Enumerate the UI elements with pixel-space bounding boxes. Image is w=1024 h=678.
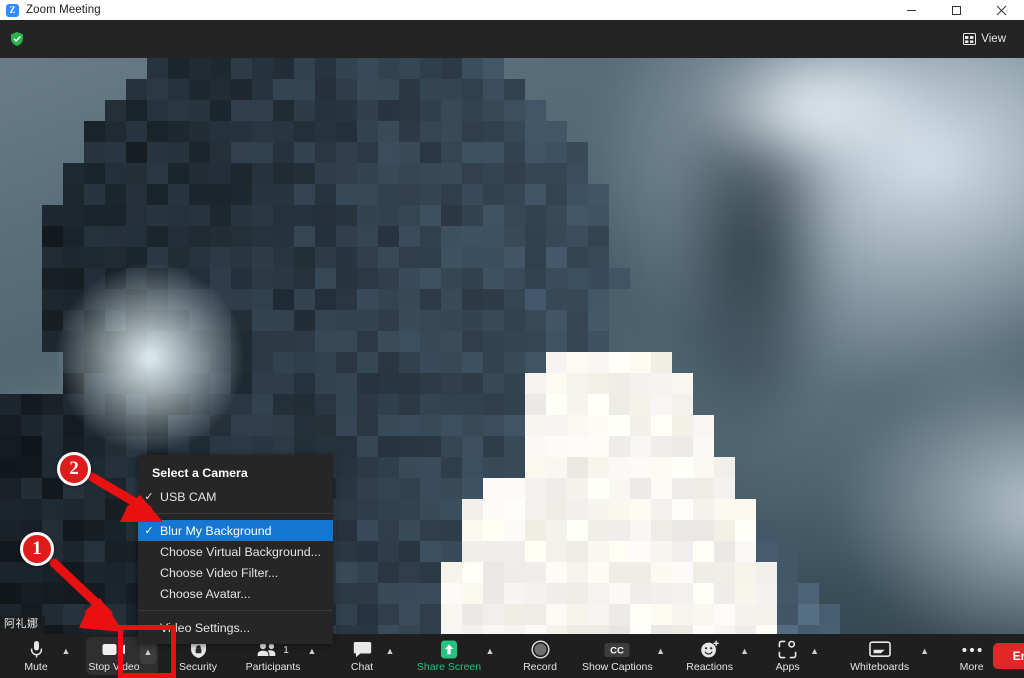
menu-item-choose-video-filter[interactable]: Choose Video Filter... bbox=[138, 562, 333, 583]
share-screen-label: Share Screen bbox=[416, 660, 482, 673]
minimize-button[interactable] bbox=[889, 0, 934, 20]
whiteboard-icon bbox=[868, 640, 891, 660]
record-button[interactable]: Record bbox=[516, 634, 564, 678]
apps-label: Apps bbox=[775, 660, 800, 673]
menu-item-choose-avatar[interactable]: Choose Avatar... bbox=[138, 583, 333, 604]
whiteboards-label: Whiteboards bbox=[850, 660, 910, 673]
reactions-smiley-icon bbox=[700, 640, 720, 660]
apps-icon bbox=[778, 640, 797, 660]
view-button[interactable]: View bbox=[957, 30, 1012, 48]
zoom-meeting-window: Z Zoom Meeting View 阿礼娜 Select a Camera … bbox=[0, 0, 1024, 678]
chat-bubble-icon bbox=[353, 640, 372, 660]
record-label: Record bbox=[523, 660, 557, 673]
microphone-icon bbox=[29, 640, 44, 660]
menu-item-choose-virtual-background[interactable]: Choose Virtual Background... bbox=[138, 541, 333, 562]
show-captions-label: Show Captions bbox=[582, 660, 653, 673]
share-screen-button[interactable]: Share Screen bbox=[416, 634, 482, 678]
apps-button[interactable]: Apps bbox=[769, 634, 807, 678]
participants-label: Participants bbox=[245, 660, 301, 673]
more-group: More bbox=[951, 634, 993, 678]
maximize-button[interactable] bbox=[934, 0, 979, 20]
encryption-shield-icon[interactable] bbox=[9, 31, 25, 47]
close-button[interactable] bbox=[979, 0, 1024, 20]
reactions-label: Reactions bbox=[686, 660, 733, 673]
meeting-top-bar: View bbox=[0, 20, 1024, 58]
maximize-icon bbox=[952, 5, 961, 15]
menu-item-label: Blur My Background bbox=[160, 523, 272, 538]
check-icon: ✓ bbox=[144, 525, 154, 537]
closed-caption-icon: CC bbox=[604, 640, 630, 660]
participants-count: 1 bbox=[283, 643, 289, 656]
svg-text:CC: CC bbox=[610, 645, 624, 656]
more-dots-icon bbox=[961, 640, 983, 660]
menu-header-select-a-camera: Select a Camera bbox=[152, 466, 248, 480]
apps-group: Apps ▲ bbox=[769, 634, 823, 678]
menu-item-label: Video Settings... bbox=[160, 620, 251, 635]
record-group: Record bbox=[516, 634, 564, 678]
menu-divider bbox=[138, 610, 333, 611]
reactions-group: Reactions ▲ bbox=[683, 634, 753, 678]
chat-options-caret[interactable]: ▲ bbox=[382, 634, 398, 678]
mute-group: Mute ▲ bbox=[14, 634, 74, 678]
menu-divider bbox=[138, 513, 333, 514]
apps-options-caret[interactable]: ▲ bbox=[807, 634, 823, 678]
check-icon: ✓ bbox=[144, 491, 154, 503]
reactions-options-caret[interactable]: ▲ bbox=[737, 634, 753, 678]
minimize-icon bbox=[907, 9, 916, 11]
reactions-button[interactable]: Reactions bbox=[683, 634, 737, 678]
menu-item-label: USB CAM bbox=[160, 489, 217, 504]
menu-item-blur-my-background[interactable]: ✓ Blur My Background bbox=[138, 520, 333, 541]
menu-item-label: Choose Virtual Background... bbox=[160, 544, 321, 559]
show-captions-group: CC Show Captions ▲ bbox=[582, 634, 669, 678]
end-meeting-button[interactable]: End bbox=[992, 643, 1024, 669]
share-screen-options-caret[interactable]: ▲ bbox=[482, 634, 498, 678]
share-screen-group: Share Screen ▲ bbox=[416, 634, 498, 678]
share-screen-icon bbox=[438, 640, 460, 660]
more-label: More bbox=[959, 660, 984, 673]
show-captions-options-caret[interactable]: ▲ bbox=[653, 634, 669, 678]
whiteboards-group: Whiteboards ▲ bbox=[843, 634, 933, 678]
annotation-marker-1: 1 bbox=[20, 532, 54, 566]
video-options-menu[interactable]: Select a Camera ✓ USB CAM ✓ Blur My Back… bbox=[138, 455, 333, 644]
whiteboards-options-caret[interactable]: ▲ bbox=[917, 634, 933, 678]
mute-button[interactable]: Mute bbox=[14, 634, 58, 678]
chat-label: Chat bbox=[350, 660, 374, 673]
participant-name-badge: 阿礼娜 bbox=[0, 616, 45, 634]
mute-label: Mute bbox=[24, 660, 48, 673]
show-captions-button[interactable]: CC Show Captions bbox=[582, 634, 653, 678]
menu-item-label: Choose Video Filter... bbox=[160, 565, 279, 580]
close-icon bbox=[996, 5, 1007, 15]
mute-options-caret[interactable]: ▲ bbox=[58, 634, 74, 678]
annotation-highlight-box bbox=[118, 625, 176, 678]
annotation-marker-2: 2 bbox=[57, 452, 91, 486]
menu-item-usb-cam[interactable]: ✓ USB CAM bbox=[138, 486, 333, 507]
view-button-label: View bbox=[981, 33, 1006, 45]
whiteboards-button[interactable]: Whiteboards bbox=[843, 634, 917, 678]
more-button[interactable]: More bbox=[951, 634, 993, 678]
chat-group: Chat ▲ bbox=[342, 634, 398, 678]
zoom-logo-icon: Z bbox=[6, 3, 19, 17]
window-title-bar: Z Zoom Meeting bbox=[0, 0, 1024, 20]
record-circle-icon bbox=[530, 640, 550, 660]
security-label: Security bbox=[179, 660, 217, 673]
grid-view-icon bbox=[963, 33, 977, 45]
chat-button[interactable]: Chat bbox=[342, 634, 382, 678]
menu-item-label: Choose Avatar... bbox=[160, 586, 251, 601]
window-title: Zoom Meeting bbox=[26, 4, 101, 16]
